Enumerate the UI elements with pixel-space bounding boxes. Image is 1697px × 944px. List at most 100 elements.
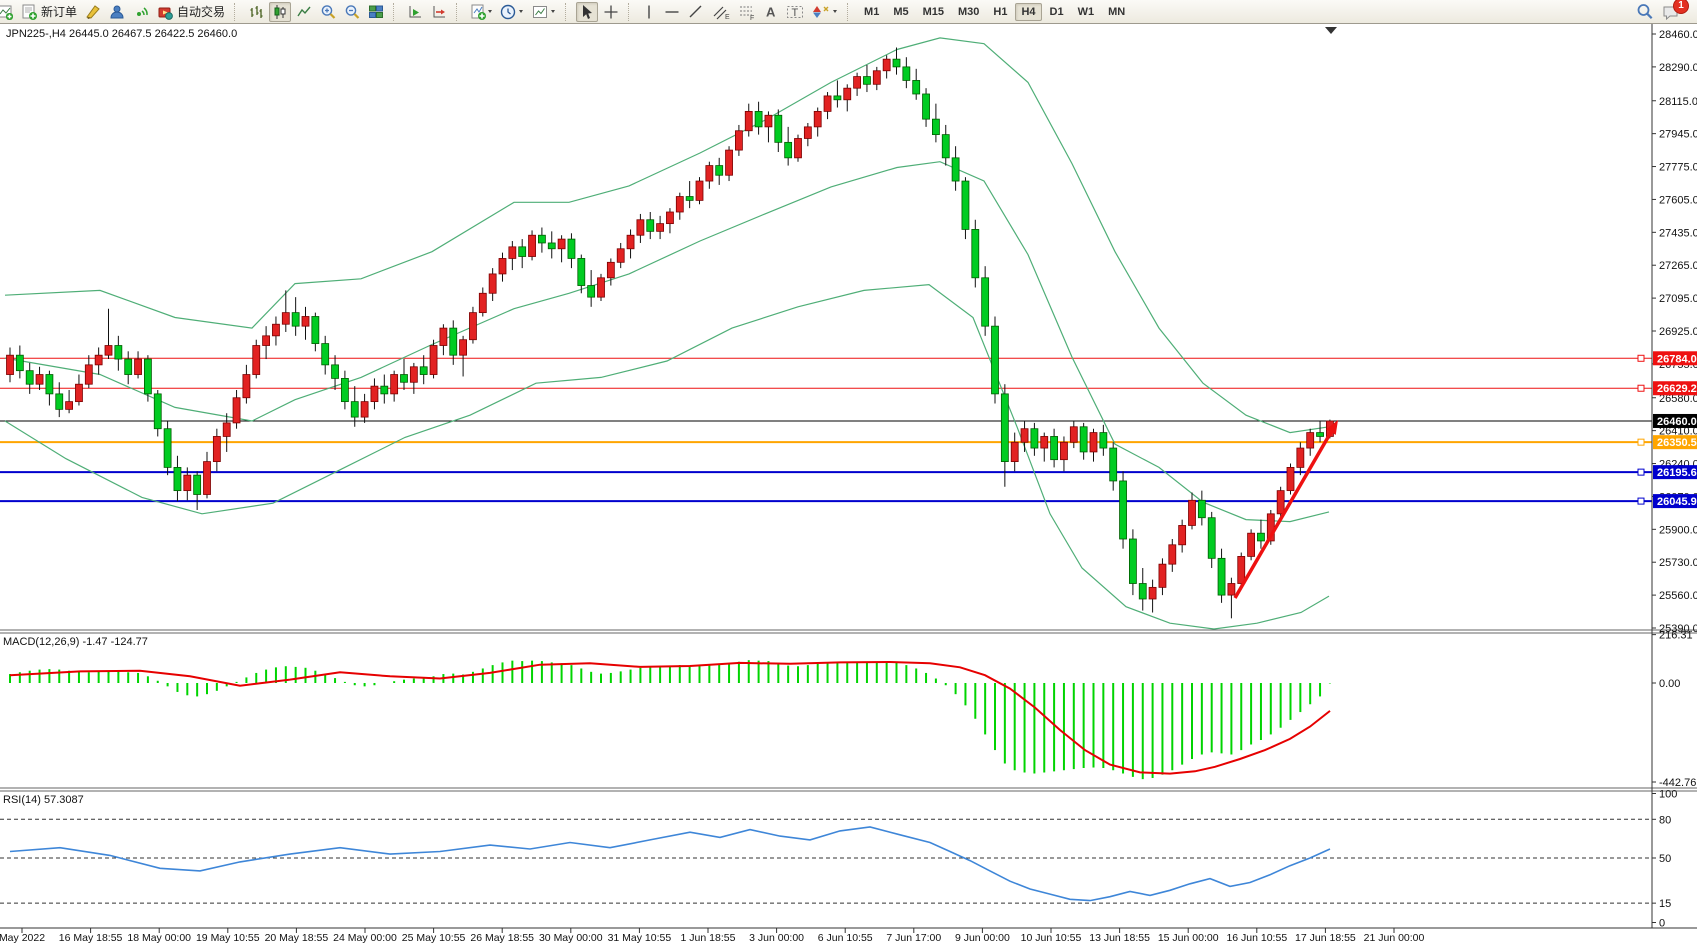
candle	[863, 77, 870, 85]
zoom-out-icon	[344, 4, 360, 20]
channel-button[interactable]: E	[709, 2, 733, 22]
zoom-out-button[interactable]	[341, 2, 363, 22]
candle	[292, 313, 299, 327]
candle	[460, 340, 467, 355]
candle	[627, 235, 634, 249]
timeframe-M15[interactable]: M15	[917, 3, 950, 21]
line-chart-button[interactable]	[293, 2, 315, 22]
candle	[775, 115, 782, 142]
timeframe-M5[interactable]: M5	[887, 3, 914, 21]
autotrading-button[interactable]: 自动交易	[154, 2, 228, 22]
time-axis[interactable]	[0, 929, 1652, 944]
chart-canvas[interactable]: 28460.028290.028115.027945.027775.027605…	[0, 24, 1697, 944]
new-chart-button[interactable]	[0, 2, 16, 22]
autoscroll-button[interactable]	[404, 2, 426, 22]
cursor-button[interactable]	[576, 2, 598, 22]
vertical-line-button[interactable]	[639, 2, 659, 22]
timeframe-M1[interactable]: M1	[858, 3, 885, 21]
candle	[578, 258, 585, 285]
candle	[548, 243, 555, 249]
zoom-in-button[interactable]	[317, 2, 339, 22]
timeframe-D1[interactable]: D1	[1044, 3, 1070, 21]
chart-svg: 28460.028290.028115.027945.027775.027605…	[0, 24, 1697, 944]
candle	[1080, 427, 1087, 452]
candle	[745, 111, 752, 130]
candle	[1297, 448, 1304, 467]
bars-chart-button[interactable]	[245, 2, 267, 22]
candle	[529, 235, 536, 256]
text-label-button[interactable]: T	[783, 2, 807, 22]
crosshair-button[interactable]	[600, 2, 622, 22]
timeframe-MN[interactable]: MN	[1102, 3, 1131, 21]
candle	[568, 239, 575, 258]
chart-shift-button[interactable]	[428, 2, 450, 22]
toolbar-separator	[456, 3, 463, 21]
templates-button[interactable]	[529, 2, 559, 22]
search-icon	[1636, 3, 1654, 21]
text-button[interactable]: A	[761, 2, 781, 22]
indicators-icon	[470, 4, 492, 20]
candle	[499, 258, 506, 273]
candle	[26, 371, 33, 385]
candle	[361, 402, 368, 417]
candle	[272, 324, 279, 336]
candle	[893, 59, 900, 67]
periods-button[interactable]	[497, 2, 527, 22]
autotrading-label: 自动交易	[177, 3, 225, 20]
candle	[1198, 500, 1205, 517]
macd-label: MACD(12,26,9) -1.47 -124.77	[3, 636, 148, 648]
tile-windows-button[interactable]	[365, 2, 387, 22]
candle	[75, 384, 82, 401]
candle	[154, 394, 161, 429]
toolbar-separator	[234, 3, 241, 21]
candle	[16, 355, 23, 370]
candle	[962, 181, 969, 229]
candle	[1169, 545, 1176, 564]
rsi-label: RSI(14) 57.3087	[3, 794, 84, 806]
candle	[1307, 433, 1314, 448]
candle	[676, 197, 683, 212]
timeframe-M30[interactable]: M30	[952, 3, 985, 21]
price-axis[interactable]	[1652, 24, 1697, 929]
candle	[1317, 433, 1324, 437]
text-icon: A	[764, 4, 778, 20]
timeframe-W1[interactable]: W1	[1072, 3, 1101, 21]
candle	[243, 375, 250, 398]
periods-icon	[500, 4, 524, 20]
arrows-button[interactable]	[809, 2, 841, 22]
metaeditor-button[interactable]	[82, 2, 104, 22]
notifications-button[interactable]: 1	[1659, 2, 1683, 22]
terminal-button[interactable]	[106, 2, 128, 22]
candle	[105, 346, 112, 356]
candle	[144, 359, 151, 394]
candle	[519, 247, 526, 257]
candle	[1110, 448, 1117, 481]
signals-button[interactable]	[130, 2, 152, 22]
timeframe-H1[interactable]: H1	[987, 3, 1013, 21]
svg-text:A: A	[766, 4, 776, 19]
cursor-icon	[579, 4, 595, 20]
signals-icon	[133, 4, 149, 20]
candle	[125, 359, 132, 374]
candle	[1159, 564, 1166, 587]
candle	[1021, 429, 1028, 443]
indicators-button[interactable]	[467, 2, 495, 22]
svg-text:F: F	[750, 15, 754, 20]
fibonacci-button[interactable]: F	[735, 2, 759, 22]
candle	[223, 423, 230, 437]
candle	[1090, 433, 1097, 452]
trendline-button[interactable]	[685, 2, 707, 22]
trendline-icon	[688, 4, 704, 20]
candles-chart-button[interactable]	[269, 2, 291, 22]
horizontal-line-button[interactable]	[661, 2, 683, 22]
candle	[7, 355, 14, 374]
new-order-button[interactable]: 新订单	[18, 2, 80, 22]
candle	[85, 365, 92, 384]
candle	[213, 436, 220, 461]
search-button[interactable]	[1633, 2, 1657, 22]
candle	[598, 278, 605, 297]
timeframe-group: M1M5M15M30H1H4D1W1MN	[857, 3, 1132, 21]
candle	[391, 375, 398, 394]
timeframe-H4[interactable]: H4	[1015, 3, 1041, 21]
candle	[558, 239, 565, 249]
